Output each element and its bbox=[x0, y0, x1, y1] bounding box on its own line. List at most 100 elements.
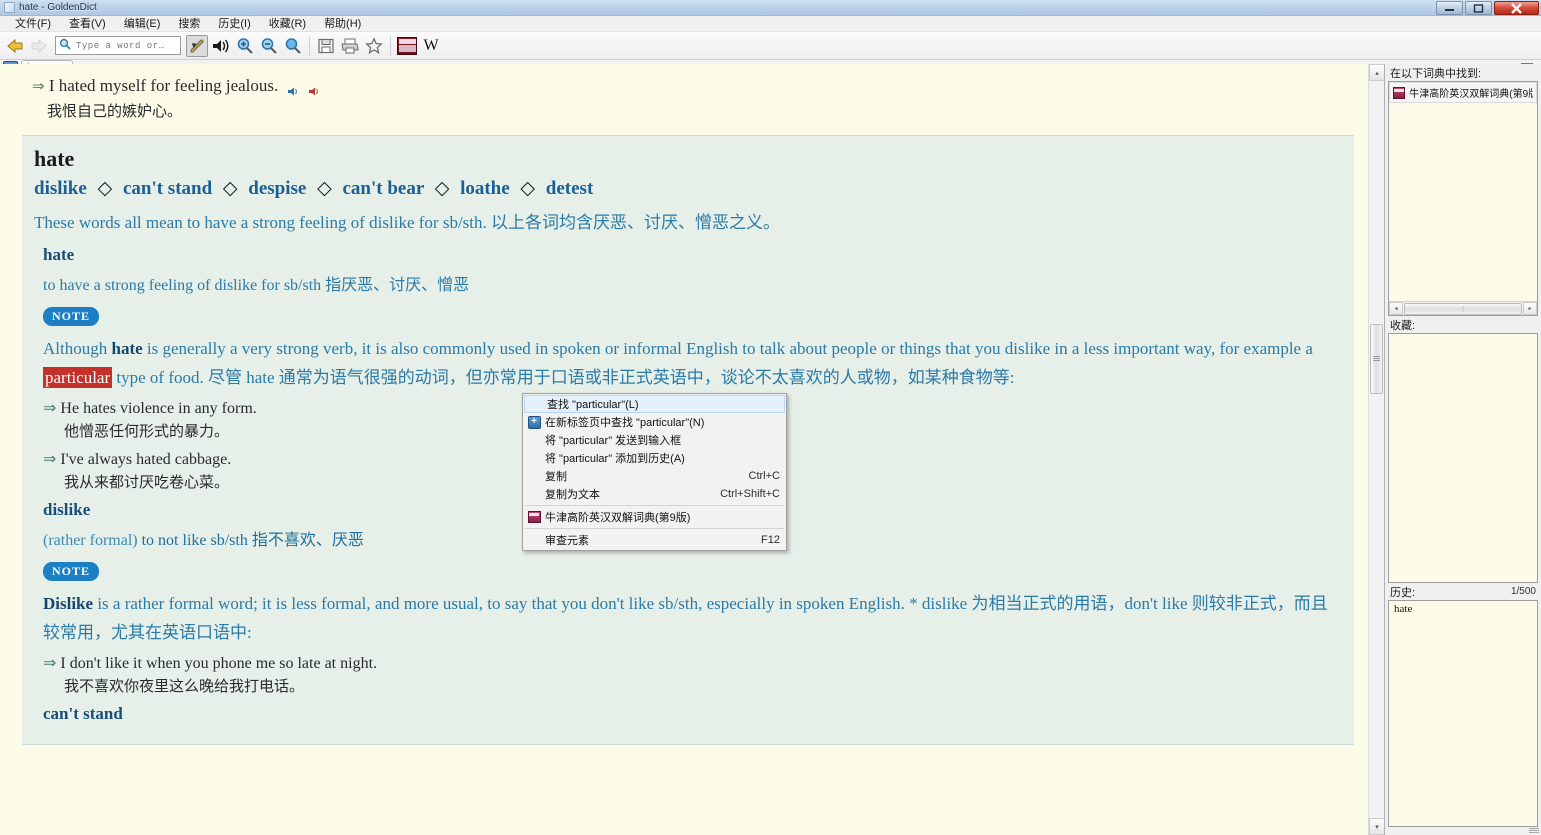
scroll-left-button[interactable]: ◂ bbox=[1389, 302, 1403, 315]
example-en: He hates violence in any form. bbox=[60, 400, 257, 417]
list-item[interactable]: 牛津高阶英汉双解词典(第9版) bbox=[1389, 82, 1537, 103]
speaker-red-icon[interactable] bbox=[308, 82, 321, 96]
scroll-down-button[interactable]: ▾ bbox=[1369, 818, 1384, 835]
hscroll-thumb[interactable]: ⋮ bbox=[1404, 302, 1522, 315]
article-scrollbar[interactable]: ▴ ▾ bbox=[1368, 64, 1384, 835]
zoom-in-icon[interactable] bbox=[234, 35, 256, 57]
example-en: I've always hated cabbage. bbox=[60, 451, 232, 468]
menu-view[interactable]: 查看(V) bbox=[60, 16, 115, 32]
minimize-button[interactable] bbox=[1436, 1, 1463, 15]
synonym-cant-stand[interactable]: can't stand bbox=[123, 178, 212, 199]
printer-icon[interactable] bbox=[339, 35, 361, 57]
menu-gutter bbox=[523, 531, 545, 549]
list-item[interactable]: hate bbox=[1389, 601, 1537, 617]
example-arrow: ⇒ bbox=[32, 79, 45, 95]
menu-favorites[interactable]: 收藏(R) bbox=[260, 16, 315, 32]
window-controls bbox=[1436, 1, 1539, 15]
menu-gutter bbox=[523, 485, 545, 503]
grip-icon: ⋮ bbox=[1459, 305, 1467, 313]
ctx-inspect-element[interactable]: 审查元素 F12 bbox=[523, 531, 786, 549]
menu-edit[interactable]: 编辑(E) bbox=[115, 16, 170, 32]
chevron-down-icon[interactable]: ▼ bbox=[190, 37, 198, 54]
favorites-list[interactable] bbox=[1388, 333, 1538, 583]
ctx-copy[interactable]: 复制 Ctrl+C bbox=[523, 467, 786, 485]
close-button[interactable] bbox=[1494, 1, 1539, 15]
history-list[interactable]: hate bbox=[1388, 600, 1538, 827]
floppy-disk-icon[interactable] bbox=[315, 35, 337, 57]
main-toolbar: ▼ W bbox=[0, 32, 1541, 60]
grip-icon bbox=[1373, 356, 1380, 362]
dictionary-icon[interactable] bbox=[396, 35, 418, 57]
note-bold-word: hate bbox=[111, 339, 143, 358]
entry-definition-hate: to have a strong feeling of dislike for … bbox=[43, 277, 470, 294]
scroll-right-button[interactable]: ▸ bbox=[1523, 302, 1537, 315]
maximize-button[interactable] bbox=[1465, 1, 1492, 15]
magnifier-icon[interactable] bbox=[282, 35, 304, 57]
found-in-label: 在以下词典中找到: bbox=[1390, 67, 1482, 80]
menu-gutter bbox=[523, 508, 545, 526]
menu-file[interactable]: 文件(F) bbox=[6, 16, 60, 32]
menu-search[interactable]: 搜索 bbox=[169, 16, 209, 32]
ctx-dictionary[interactable]: 牛津高阶英汉双解词典(第9版) bbox=[523, 508, 786, 526]
scroll-up-button[interactable]: ▴ bbox=[1369, 64, 1384, 81]
resize-grip-icon[interactable] bbox=[1529, 828, 1539, 835]
ctx-lookup-label: 查找 "particular"(L) bbox=[547, 399, 639, 411]
synonym-cant-bear[interactable]: can't bear bbox=[342, 178, 423, 199]
ctx-copy-as-text[interactable]: 复制为文本 Ctrl+Shift+C bbox=[523, 485, 786, 503]
zoom-out-icon[interactable] bbox=[258, 35, 280, 57]
diamond-icon: ◇ bbox=[97, 178, 113, 199]
example-arrow: ⇒ bbox=[43, 655, 57, 672]
search-box[interactable]: ▼ bbox=[55, 36, 198, 55]
speaker-blue-icon[interactable] bbox=[287, 82, 300, 96]
entry-headword-cant-stand: can't stand bbox=[43, 704, 123, 723]
menu-gutter bbox=[525, 395, 547, 413]
menu-gutter bbox=[523, 467, 545, 485]
note-rest-2: type of food. 尽管 hate 通常为语气很强的动词，但亦常用于口语… bbox=[112, 368, 1015, 387]
status-bar bbox=[1385, 827, 1541, 835]
note-rest-1: is a rather formal word; it is less form… bbox=[43, 594, 1328, 642]
dictionary-icon bbox=[527, 511, 541, 523]
synonym-detest[interactable]: detest bbox=[546, 178, 593, 199]
ctx-lookup[interactable]: 查找 "particular"(L) bbox=[524, 395, 785, 413]
ctx-inspect-element-label: 审查元素 bbox=[545, 535, 589, 547]
ctx-lookup-new-tab[interactable]: + 在新标签页中查找 "particular"(N) bbox=[523, 413, 786, 431]
menu-help[interactable]: 帮助(H) bbox=[315, 16, 370, 32]
diamond-icon: ◇ bbox=[317, 178, 332, 199]
menu-history[interactable]: 历史(I) bbox=[209, 16, 259, 32]
ctx-send-to-input[interactable]: 将 "particular" 发送到输入框 bbox=[523, 431, 786, 449]
note-lead: Although bbox=[43, 339, 112, 358]
ctx-add-to-history[interactable]: 将 "particular" 添加到历史(A) bbox=[523, 449, 786, 467]
forward-arrow-icon[interactable] bbox=[28, 35, 50, 57]
star-icon[interactable] bbox=[363, 35, 385, 57]
right-sidebar: 在以下词典中找到: 牛津高阶英汉双解词典(第9版) ◂ ⋮ ▸ 收藏: 历史: … bbox=[1385, 64, 1541, 835]
favorites-label: 收藏: bbox=[1390, 319, 1416, 332]
selected-word[interactable]: particular bbox=[43, 367, 113, 388]
dictionary-icon bbox=[1393, 86, 1406, 99]
back-arrow-icon[interactable] bbox=[4, 35, 26, 57]
entry-headword-hate: hate bbox=[43, 245, 75, 264]
synonym-dislike[interactable]: dislike bbox=[34, 178, 87, 199]
menu-separator bbox=[525, 505, 784, 506]
menu-gutter: + bbox=[523, 413, 545, 431]
dictionary-name: 牛津高阶英汉双解词典(第9版) bbox=[1409, 89, 1533, 100]
found-in-hscrollbar[interactable]: ◂ ⋮ ▸ bbox=[1389, 301, 1537, 315]
found-in-header: 在以下词典中找到: bbox=[1385, 64, 1541, 81]
example-cn: 我不喜欢你夜里这么晚给我打电话。 bbox=[64, 678, 305, 695]
entry-note-hate: Although hate is generally a very strong… bbox=[43, 334, 1342, 392]
context-menu: 查找 "particular"(L) + 在新标签页中查找 "particula… bbox=[522, 393, 787, 551]
scroll-thumb[interactable] bbox=[1370, 324, 1383, 394]
search-input[interactable] bbox=[71, 40, 190, 51]
menu-separator bbox=[525, 528, 784, 529]
plus-icon: + bbox=[527, 415, 541, 429]
found-in-list[interactable]: 牛津高阶英汉双解词典(第9版) ◂ ⋮ ▸ bbox=[1388, 81, 1538, 316]
w-letter-icon[interactable]: W bbox=[420, 35, 442, 57]
menu-bar: 文件(F) 查看(V) 编辑(E) 搜索 历史(I) 收藏(R) 帮助(H) bbox=[0, 16, 1541, 32]
synonym-loathe[interactable]: loathe bbox=[460, 178, 510, 199]
ctx-copy-label: 复制 bbox=[545, 471, 567, 483]
favorites-header: 收藏: bbox=[1385, 316, 1541, 333]
synonym-despise[interactable]: despise bbox=[248, 178, 306, 199]
example-arrow: ⇒ bbox=[43, 400, 57, 417]
ctx-copy-as-text-label: 复制为文本 bbox=[545, 489, 600, 501]
window-title: hate - GoldenDict bbox=[19, 1, 97, 13]
speaker-icon[interactable] bbox=[210, 35, 232, 57]
